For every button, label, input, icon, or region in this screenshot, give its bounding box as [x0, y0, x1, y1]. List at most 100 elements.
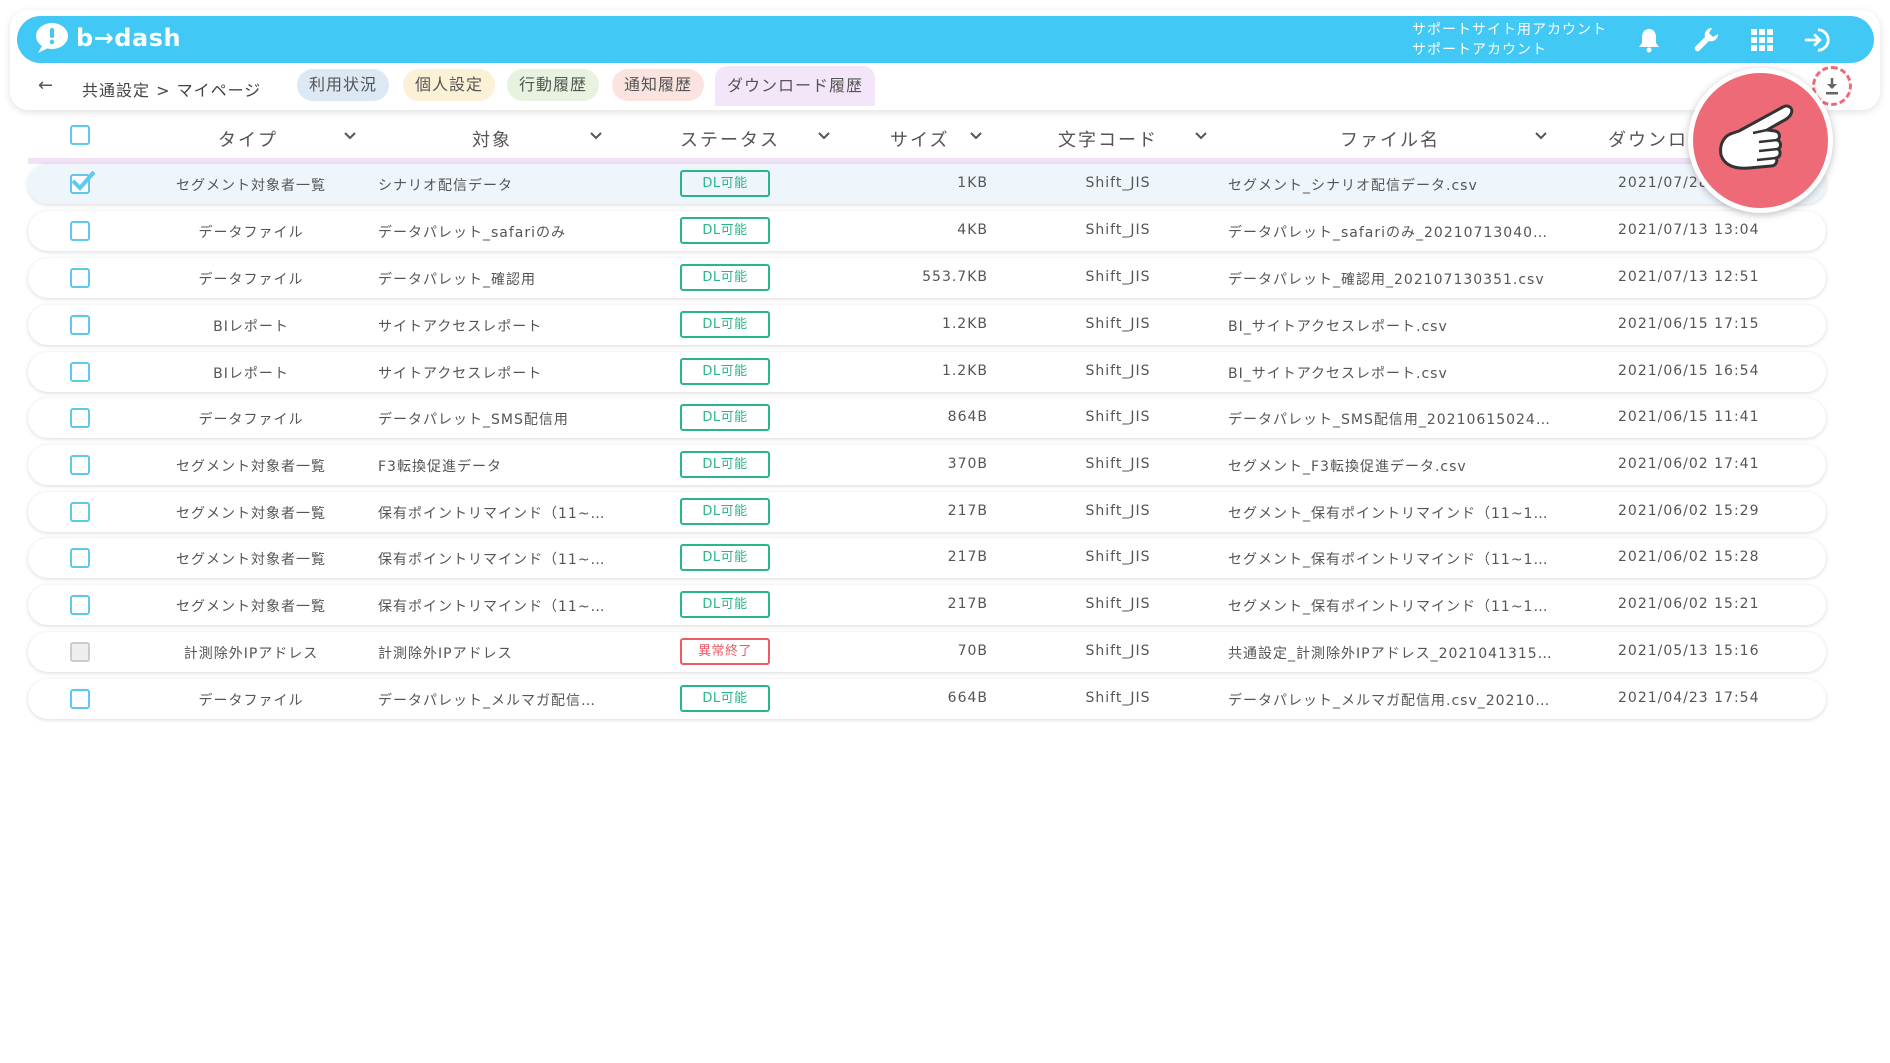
- cell-size: 553.7KB: [922, 269, 988, 285]
- tab-notification-history[interactable]: 通知履歴: [612, 69, 705, 101]
- cell-type: セグメント対象者一覧: [176, 459, 326, 475]
- row-checkbox[interactable]: [70, 268, 90, 288]
- cell-type: データファイル: [198, 693, 304, 709]
- cell-filename: 共通設定_計測除外IPアドレス_2021041315…: [1228, 646, 1553, 662]
- status-badge[interactable]: 異常終了: [680, 638, 770, 665]
- col-type[interactable]: タイプ: [218, 126, 278, 152]
- chevron-down-icon[interactable]: [968, 128, 984, 144]
- back-arrow-icon[interactable]: ←: [38, 75, 53, 96]
- table-row[interactable]: データファイル データパレット_メルマガ配信… DL可能 664B Shift_…: [28, 679, 1826, 719]
- col-filename[interactable]: ファイル名: [1340, 126, 1440, 152]
- cell-date: 2021/06/02 15:21: [1618, 596, 1760, 612]
- row-checkbox[interactable]: [70, 548, 90, 568]
- cell-filename: BI_サイトアクセスレポート.csv: [1228, 319, 1448, 335]
- cell-size: 4KB: [957, 222, 988, 238]
- cell-target: 保有ポイントリマインド（11~…: [378, 506, 606, 522]
- cell-encoding: Shift_JIS: [1085, 549, 1151, 565]
- tab-action-history[interactable]: 行動履歴: [507, 69, 600, 101]
- chevron-down-icon[interactable]: [588, 128, 604, 144]
- status-badge[interactable]: DL可能: [680, 544, 770, 571]
- cell-target: サイトアクセスレポート: [378, 319, 543, 335]
- cell-date: 2021/06/02 15:28: [1618, 549, 1760, 565]
- table-row[interactable]: セグメント対象者一覧 シナリオ配信データ DL可能 1KB Shift_JIS …: [28, 164, 1826, 204]
- cell-date: 2021/06/02 15:29: [1618, 503, 1760, 519]
- col-status[interactable]: ステータス: [680, 126, 780, 152]
- tab-usage[interactable]: 利用状況: [297, 69, 390, 101]
- tab-personal-settings[interactable]: 個人設定: [403, 69, 496, 101]
- tab-download-history[interactable]: ダウンロード履歴: [715, 66, 876, 106]
- status-badge[interactable]: DL可能: [680, 498, 770, 525]
- table-row[interactable]: セグメント対象者一覧 保有ポイントリマインド（11~… DL可能 217B Sh…: [28, 492, 1826, 532]
- status-badge[interactable]: DL可能: [680, 311, 770, 338]
- col-size[interactable]: サイズ: [890, 126, 949, 152]
- cell-filename: セグメント_保有ポイントリマインド（11~1…: [1228, 552, 1549, 568]
- chevron-down-icon[interactable]: [1533, 128, 1549, 144]
- cell-date: 2021/05/13 15:16: [1618, 643, 1760, 659]
- cell-date: 2021/07/13 13:04: [1618, 222, 1760, 238]
- table-row[interactable]: データファイル データパレット_safariのみ DL可能 4KB Shift_…: [28, 211, 1826, 251]
- status-badge[interactable]: DL可能: [680, 170, 770, 197]
- status-badge[interactable]: DL可能: [680, 404, 770, 431]
- bell-icon[interactable]: [1635, 26, 1663, 54]
- account-line-1: サポートサイト用アカウント: [1412, 22, 1607, 38]
- col-target[interactable]: 対象: [472, 126, 512, 152]
- cell-date: 2021/06/02 17:41: [1618, 456, 1760, 472]
- cell-encoding: Shift_JIS: [1085, 503, 1151, 519]
- cell-type: セグメント対象者一覧: [176, 506, 326, 522]
- table-row[interactable]: データファイル データパレット_SMS配信用 DL可能 864B Shift_J…: [28, 398, 1826, 438]
- col-download-date[interactable]: ダウンロ: [1608, 126, 1688, 152]
- table-row[interactable]: BIレポート サイトアクセスレポート DL可能 1.2KB Shift_JIS …: [28, 305, 1826, 345]
- logout-icon[interactable]: [1803, 26, 1831, 54]
- cell-filename: セグメント_保有ポイントリマインド（11~1…: [1228, 599, 1549, 615]
- app-header: b→dash サポートサイト用アカウント サポートアカウント: [17, 16, 1874, 63]
- table-row[interactable]: BIレポート サイトアクセスレポート DL可能 1.2KB Shift_JIS …: [28, 352, 1826, 392]
- row-checkbox[interactable]: [70, 221, 90, 241]
- wrench-icon[interactable]: [1692, 26, 1720, 54]
- cell-target: サイトアクセスレポート: [378, 366, 543, 382]
- row-checkbox[interactable]: [70, 362, 90, 382]
- logo-text: b→dash: [76, 24, 182, 52]
- row-checkbox[interactable]: [70, 315, 90, 335]
- status-badge[interactable]: DL可能: [680, 264, 770, 291]
- table-row[interactable]: 計測除外IPアドレス 計測除外IPアドレス 異常終了 70B Shift_JIS…: [28, 632, 1826, 672]
- status-badge[interactable]: DL可能: [680, 685, 770, 712]
- col-encoding[interactable]: 文字コード: [1058, 126, 1158, 152]
- row-checkbox[interactable]: [70, 502, 90, 522]
- row-checkbox[interactable]: [70, 689, 90, 709]
- cell-target: シナリオ配信データ: [378, 178, 513, 194]
- row-checkbox[interactable]: [70, 642, 90, 662]
- row-checkbox[interactable]: [70, 408, 90, 428]
- cell-filename: セグメント_シナリオ配信データ.csv: [1228, 178, 1478, 194]
- cell-filename: BI_サイトアクセスレポート.csv: [1228, 366, 1448, 382]
- row-checkbox-checked[interactable]: [70, 170, 96, 194]
- logo[interactable]: b→dash: [34, 22, 181, 54]
- chevron-down-icon[interactable]: [1193, 128, 1209, 144]
- sub-navigation: ← 共通設定 > マイページ 利用状況 個人設定 行動履歴 通知履歴 ダウンロー…: [0, 63, 1890, 109]
- status-badge[interactable]: DL可能: [680, 591, 770, 618]
- row-checkbox[interactable]: [70, 595, 90, 615]
- cell-filename: データパレット_SMS配信用_20210615024…: [1228, 412, 1551, 428]
- table-row[interactable]: セグメント対象者一覧 保有ポイントリマインド（11~… DL可能 217B Sh…: [28, 538, 1826, 578]
- status-badge[interactable]: DL可能: [680, 451, 770, 478]
- status-badge[interactable]: DL可能: [680, 217, 770, 244]
- cell-target: 計測除外IPアドレス: [378, 646, 513, 662]
- cell-size: 1.2KB: [941, 363, 988, 379]
- table-row[interactable]: セグメント対象者一覧 保有ポイントリマインド（11~… DL可能 217B Sh…: [28, 585, 1826, 625]
- cell-date: 2021/07/13 12:51: [1618, 269, 1760, 285]
- cell-filename: データパレット_safariのみ_20210713040…: [1228, 225, 1549, 241]
- row-checkbox[interactable]: [70, 455, 90, 475]
- cell-encoding: Shift_JIS: [1085, 175, 1151, 191]
- table-row[interactable]: セグメント対象者一覧 F3転換促進データ DL可能 370B Shift_JIS…: [28, 445, 1826, 485]
- cell-filename: データパレット_メルマガ配信用.csv_20210…: [1228, 693, 1551, 709]
- cell-date: 2021/06/15 11:41: [1618, 409, 1760, 425]
- status-badge[interactable]: DL可能: [680, 358, 770, 385]
- table-row[interactable]: データファイル データパレット_確認用 DL可能 553.7KB Shift_J…: [28, 258, 1826, 298]
- select-all-checkbox[interactable]: [70, 125, 90, 145]
- cell-size: 864B: [947, 409, 988, 425]
- grid-icon[interactable]: [1748, 26, 1776, 54]
- chevron-down-icon[interactable]: [816, 128, 832, 144]
- account-info[interactable]: サポートサイト用アカウント サポートアカウント: [1412, 20, 1607, 60]
- logo-bubble-icon: [34, 22, 70, 54]
- chevron-down-icon[interactable]: [342, 128, 358, 144]
- cell-filename: データパレット_確認用_202107130351.csv: [1228, 272, 1545, 288]
